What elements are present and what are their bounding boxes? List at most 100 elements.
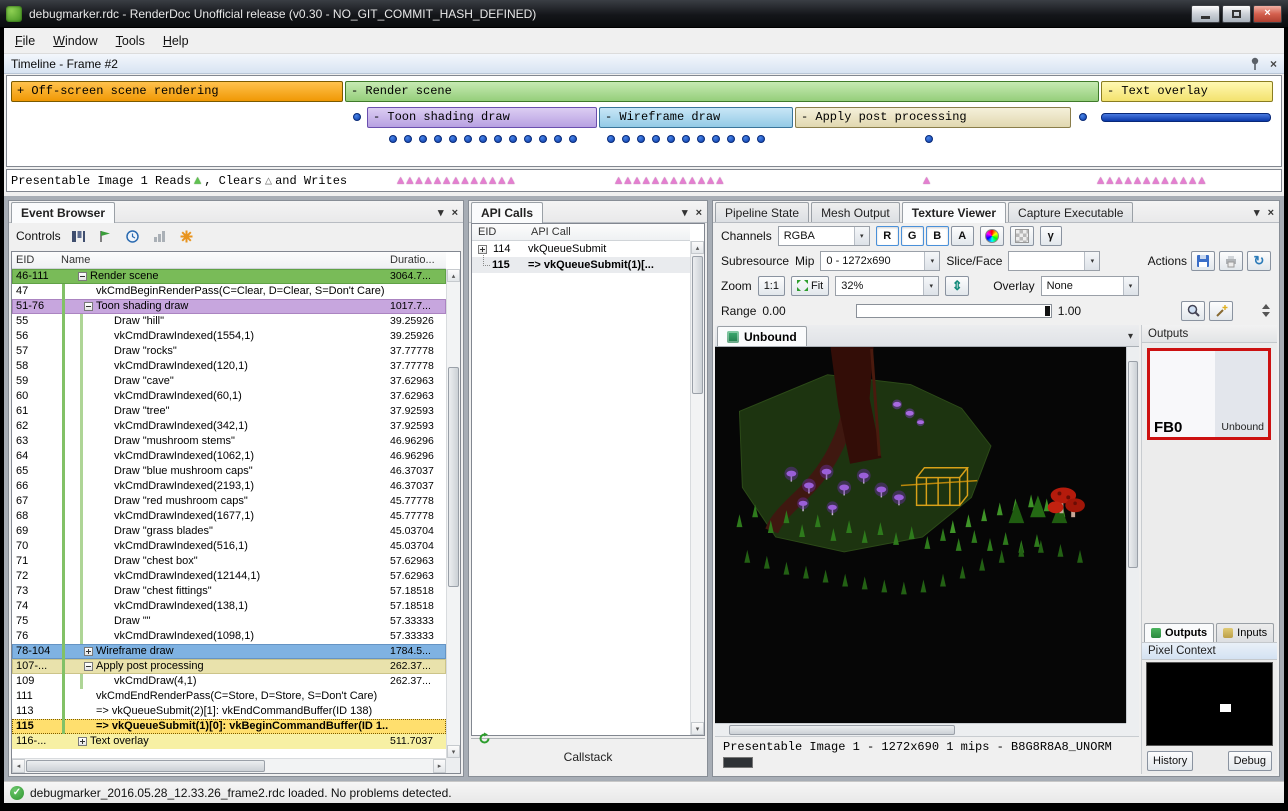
usage-triangle-icon[interactable]: ▲ [498, 172, 505, 190]
fb0-thumbnail[interactable]: FB0 Unbound [1147, 348, 1271, 440]
event-row[interactable]: 113 => vkQueueSubmit(2)[1]: vkEndCommand… [12, 704, 446, 719]
usage-triangles-overlay[interactable]: ▲▲▲▲▲▲▲▲▲▲▲▲ [1097, 172, 1205, 190]
event-dot-icon[interactable] [712, 135, 720, 143]
event-dot-icon[interactable] [697, 135, 705, 143]
autofit-range-button[interactable] [1209, 301, 1233, 321]
usage-triangle-icon[interactable]: ▲ [480, 172, 487, 190]
panel-dropdown-icon[interactable]: ▾ [682, 206, 688, 219]
pixel-context-view[interactable] [1146, 662, 1273, 746]
event-dot-icon[interactable] [539, 135, 547, 143]
maximize-button[interactable] [1222, 5, 1251, 23]
event-row[interactable]: 69 Draw "grass blades" 45.03704 [12, 524, 446, 539]
usage-triangle-icon[interactable]: ▲ [452, 172, 459, 190]
usage-triangle-icon[interactable]: ▲ [670, 172, 677, 190]
event-dot-icon[interactable] [353, 113, 361, 121]
usage-triangle-icon[interactable]: ▲ [1115, 172, 1122, 190]
usage-triangle-icon[interactable]: ▲ [1152, 172, 1159, 190]
usage-triangle-icon[interactable]: ▲ [1134, 172, 1141, 190]
column-api-call[interactable]: API Call [528, 224, 690, 240]
usage-triangle-icon[interactable]: ▲ [507, 172, 514, 190]
texture-scrollbar-vertical[interactable] [1126, 347, 1139, 723]
color-wheel-button[interactable] [980, 226, 1004, 246]
scroll-down-icon[interactable]: ▾ [447, 745, 460, 758]
range-slider[interactable] [856, 304, 1052, 318]
event-dot-icon[interactable] [509, 135, 517, 143]
callstack-section[interactable]: Callstack [471, 738, 705, 774]
event-dot-icon[interactable] [554, 135, 562, 143]
event-table-header[interactable]: EID Name Duratio... [12, 252, 446, 269]
mip-select[interactable]: 0 - 1272x690▾ [820, 251, 940, 271]
event-row[interactable]: 76 vkCmdDrawIndexed(1098,1) 57.33333 [12, 629, 446, 644]
texture-display[interactable] [715, 347, 1139, 736]
usage-triangle-icon[interactable]: ▲ [633, 172, 640, 190]
tree-expand-icon[interactable] [78, 737, 87, 746]
usage-triangle-icon[interactable]: ▲ [643, 172, 650, 190]
event-dot-icon[interactable] [1079, 113, 1087, 121]
timeline-columns-icon[interactable] [70, 227, 88, 245]
flip-y-button[interactable]: ⇕ [945, 276, 969, 296]
usage-triangle-icon[interactable]: ▲ [434, 172, 441, 190]
usage-triangle-icon[interactable]: ▲ [652, 172, 659, 190]
gamma-button[interactable]: γ [1040, 226, 1062, 246]
usage-triangle-icon[interactable]: ▲ [443, 172, 450, 190]
event-row[interactable]: 66 vkCmdDrawIndexed(2193,1) 46.37037 [12, 479, 446, 494]
usage-triangle-icon[interactable]: ▲ [489, 172, 496, 190]
right-panel-tab[interactable]: Capture Executable [1008, 202, 1133, 222]
event-row[interactable]: 75 Draw "" 57.33333 [12, 614, 446, 629]
tab-event-browser[interactable]: Event Browser [11, 202, 115, 223]
zoom-range-button[interactable] [1181, 301, 1205, 321]
timeline-bar-render-scene[interactable]: - Render scene [345, 81, 1099, 102]
scrollbar-thumb[interactable] [448, 367, 459, 587]
menu-item[interactable]: Tools [107, 31, 154, 51]
timeline-bar-postproc[interactable]: - Apply post processing [795, 107, 1071, 128]
event-dot-icon[interactable] [925, 135, 933, 143]
event-row[interactable]: 61 Draw "tree" 37.92593 [12, 404, 446, 419]
panel-close-icon[interactable]: × [452, 207, 458, 219]
api-table-header[interactable]: EID API Call [472, 224, 690, 241]
event-dot-icon[interactable] [682, 135, 690, 143]
event-row[interactable]: 78-104 Wireframe draw 1784.5... [12, 644, 446, 659]
usage-triangles-toon[interactable]: ▲▲▲▲▲▲▲▲▲▲▲▲▲ [397, 172, 515, 190]
column-name[interactable]: Name [58, 252, 388, 268]
event-dot-icon[interactable] [449, 135, 457, 143]
save-texture-button[interactable] [1191, 251, 1215, 271]
event-row[interactable]: 57 Draw "rocks" 37.77778 [12, 344, 446, 359]
tree-expand-icon[interactable] [84, 647, 93, 656]
tab-outputs[interactable]: Outputs [1144, 623, 1214, 642]
api-scrollbar-vertical[interactable]: ▴ ▾ [690, 241, 704, 735]
tab-list-dropdown-icon[interactable]: ▾ [1128, 331, 1133, 342]
event-row[interactable]: 67 Draw "red mushroom caps" 45.77778 [12, 494, 446, 509]
usage-triangle-icon[interactable]: ▲ [923, 172, 930, 190]
menu-item[interactable]: Window [44, 31, 106, 51]
event-row[interactable]: 111 vkCmdEndRenderPass(C=Store, D=Store,… [12, 689, 446, 704]
channel-button[interactable]: B [926, 226, 949, 246]
event-dot-icon[interactable] [419, 135, 427, 143]
close-button[interactable]: × [1253, 5, 1282, 23]
time-draws-icon[interactable] [124, 227, 142, 245]
event-row[interactable]: 55 Draw "hill" 39.25926 [12, 314, 446, 329]
usage-triangle-icon[interactable]: ▲ [624, 172, 631, 190]
usage-triangle-icon[interactable]: ▲ [1097, 172, 1104, 190]
scrollbar-thumb[interactable] [26, 760, 265, 772]
panel-dropdown-icon[interactable]: ▾ [438, 206, 444, 219]
scroll-up-icon[interactable]: ▴ [691, 241, 704, 254]
usage-triangle-icon[interactable]: ▲ [1125, 172, 1132, 190]
event-row[interactable]: 72 vkCmdDrawIndexed(12144,1) 57.62963 [12, 569, 446, 584]
channels-select[interactable]: RGBA▾ [778, 226, 870, 246]
event-dot-icon[interactable] [434, 135, 442, 143]
checker-background-button[interactable] [1010, 226, 1034, 246]
event-dot-icon[interactable] [652, 135, 660, 143]
usage-triangle-icon[interactable]: ▲ [1180, 172, 1187, 190]
texture-tab-unbound[interactable]: Unbound [717, 326, 807, 346]
usage-triangle-icon[interactable]: ▲ [698, 172, 705, 190]
channel-button[interactable]: A [951, 226, 974, 246]
event-dot-icon[interactable] [494, 135, 502, 143]
channel-button[interactable]: R [876, 226, 899, 246]
wireframe-event-dots[interactable] [607, 135, 765, 143]
event-dot-icon[interactable] [727, 135, 735, 143]
event-row[interactable]: 59 Draw "cave" 37.62963 [12, 374, 446, 389]
right-panel-tab[interactable]: Pipeline State [715, 202, 809, 222]
event-scrollbar-vertical[interactable]: ▴ ▾ [446, 269, 460, 758]
menu-item[interactable]: File [6, 31, 44, 51]
right-panel-tab[interactable]: Texture Viewer [902, 202, 1006, 223]
